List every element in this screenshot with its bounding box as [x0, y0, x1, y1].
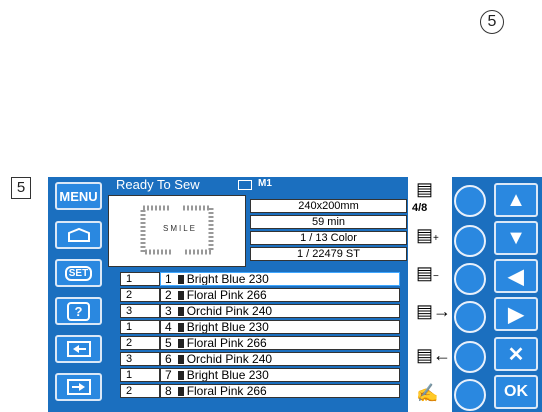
spool-icon: ▤	[416, 179, 434, 199]
arrow-left-box-icon	[66, 341, 91, 357]
thread-name: Floral Pink 266	[186, 288, 267, 302]
needle-number: 2	[120, 288, 160, 302]
needle-back-icon[interactable]: ▤←	[416, 345, 451, 366]
left-button[interactable]: ◀	[494, 259, 538, 293]
needle-number: 3	[120, 304, 160, 318]
thread-color-icon	[177, 339, 184, 348]
arrow-right-box-button[interactable]	[55, 373, 102, 401]
stitch-progress: 1 / 22479 ST	[250, 247, 407, 261]
menu-button[interactable]: MENU	[55, 182, 102, 210]
circle-button-4[interactable]	[454, 301, 486, 333]
embroidery-screen: MENU SET ? Ready To Sew M1 SMILE 240x200…	[48, 177, 542, 412]
thread-name: Floral Pink 266	[186, 384, 267, 398]
needle-number: 2	[120, 384, 160, 398]
set-button[interactable]: SET	[55, 259, 102, 287]
step-label: 5	[11, 177, 31, 199]
status-text: Ready To Sew	[116, 177, 200, 192]
arrow-right-icon: ▶	[508, 303, 524, 326]
design-preview: SMILE	[108, 195, 246, 267]
needle-forward-icon[interactable]: ▤→	[416, 301, 451, 322]
thread-color-icon	[177, 307, 184, 316]
ok-button[interactable]: OK	[494, 375, 538, 409]
arrow-left-box-button[interactable]	[55, 335, 102, 363]
spool-minus-icon[interactable]: ▤−	[416, 263, 439, 284]
needle-number: 3	[120, 352, 160, 366]
color-progress: 1 / 13 Color	[250, 231, 407, 245]
needle-number: 2	[120, 336, 160, 350]
needle-number: 1	[120, 320, 160, 334]
circle-button-5[interactable]	[454, 341, 486, 373]
spool-plus-icon[interactable]: ▤+	[416, 225, 439, 246]
arrow-down-icon: ▼	[506, 226, 526, 249]
set-icon: SET	[64, 265, 93, 281]
needle-number: 1	[120, 272, 160, 286]
arrow-up-icon: ▲	[506, 188, 526, 211]
thread-color-icon	[177, 323, 184, 332]
memory-label: M1	[258, 178, 272, 189]
needle-number: 1	[120, 368, 160, 382]
right-button[interactable]: ▶	[494, 297, 538, 331]
memory-icon	[238, 180, 252, 190]
hoop-button[interactable]	[55, 221, 102, 249]
callout-number: 5	[480, 10, 504, 34]
thread-name: Bright Blue 230	[186, 320, 269, 334]
thread-name: Orchid Pink 240	[186, 304, 273, 318]
thread-color-icon	[177, 355, 184, 364]
down-button[interactable]: ▼	[494, 221, 538, 255]
thread-color-icon	[177, 371, 184, 380]
circle-button-2[interactable]	[454, 225, 486, 257]
sew-time: 59 min	[250, 215, 407, 229]
hoop-icon	[67, 227, 90, 242]
arrow-left-icon: ◀	[508, 265, 524, 288]
up-button[interactable]: ▲	[494, 183, 538, 217]
design-preview-text: SMILE	[163, 224, 198, 233]
close-icon: ✕	[507, 343, 525, 366]
circle-button-1[interactable]	[454, 185, 486, 217]
help-icon: ?	[66, 301, 91, 321]
cancel-button[interactable]: ✕	[494, 337, 538, 371]
thread-name: Orchid Pink 240	[186, 352, 273, 366]
thread-color-icon	[177, 291, 184, 300]
arrow-right-box-icon	[66, 379, 91, 395]
thread-name: Bright Blue 230	[186, 272, 269, 286]
thread-color-icon	[177, 275, 184, 284]
thread-name: Bright Blue 230	[186, 368, 269, 382]
circle-button-3[interactable]	[454, 263, 486, 295]
design-size: 240x200mm	[250, 199, 407, 213]
hand-icon[interactable]: ✍	[416, 383, 438, 404]
thread-color-icon	[177, 387, 184, 396]
circle-button-6[interactable]	[454, 379, 486, 411]
thread-name: Floral Pink 266	[186, 336, 267, 350]
help-button[interactable]: ?	[55, 297, 102, 325]
fraction-indicator: 4/8	[412, 202, 428, 214]
